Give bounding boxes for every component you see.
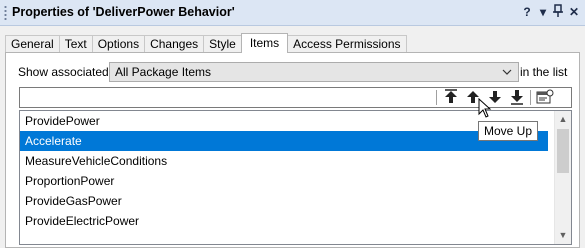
show-associated-select[interactable]: All Package Items xyxy=(109,62,519,82)
list-item[interactable]: ProvideGasPower xyxy=(20,191,548,211)
help-icon[interactable]: ? xyxy=(520,4,534,20)
scroll-thumb[interactable] xyxy=(557,129,569,173)
list-item-selected[interactable]: Accelerate xyxy=(20,131,548,151)
drag-grip-icon[interactable] xyxy=(4,5,7,21)
tab-general[interactable]: General xyxy=(5,35,60,53)
list-item[interactable]: ProvidePower xyxy=(20,111,548,131)
vertical-scrollbar[interactable]: ▲ ▼ xyxy=(554,111,571,244)
move-to-bottom-icon[interactable] xyxy=(508,89,526,106)
pin-icon[interactable] xyxy=(551,4,565,20)
scroll-down-icon[interactable]: ▼ xyxy=(555,227,571,244)
tab-strip: General Text Options Changes Style Items… xyxy=(5,33,407,53)
list-item[interactable]: MeasureVehicleConditions xyxy=(20,151,548,171)
tooltip: Move Up xyxy=(478,121,539,141)
tab-options[interactable]: Options xyxy=(91,35,146,53)
show-associated-value: All Package Items xyxy=(115,65,212,79)
toolbar-separator xyxy=(436,90,437,105)
mouse-pointer-icon xyxy=(478,97,492,121)
tab-text[interactable]: Text xyxy=(58,35,93,53)
show-associated-label: Show associated xyxy=(18,65,109,79)
title-bar: Properties of 'DeliverPower Behavior' ? … xyxy=(0,0,585,26)
close-icon[interactable]: ✕ xyxy=(567,4,581,20)
list-item[interactable]: ProportionPower xyxy=(20,171,548,191)
tab-changes[interactable]: Changes xyxy=(144,35,205,53)
items-tab-page: Show associated All Package Items in the… xyxy=(5,52,580,248)
in-the-list-label: in the list xyxy=(520,65,568,79)
move-to-top-icon[interactable] xyxy=(442,89,460,106)
list-item[interactable]: ProvideElectricPower xyxy=(20,211,548,231)
dropdown-icon[interactable]: ▾ xyxy=(536,4,550,20)
chevron-down-icon xyxy=(502,63,512,88)
toolbar-separator xyxy=(530,90,531,105)
properties-icon[interactable] xyxy=(536,89,554,106)
tab-items[interactable]: Items xyxy=(240,33,289,53)
tab-style[interactable]: Style xyxy=(203,35,242,53)
tab-access-permissions[interactable]: Access Permissions xyxy=(287,35,407,53)
scroll-up-icon[interactable]: ▲ xyxy=(555,111,571,128)
window-title: Properties of 'DeliverPower Behavior' xyxy=(12,5,235,19)
